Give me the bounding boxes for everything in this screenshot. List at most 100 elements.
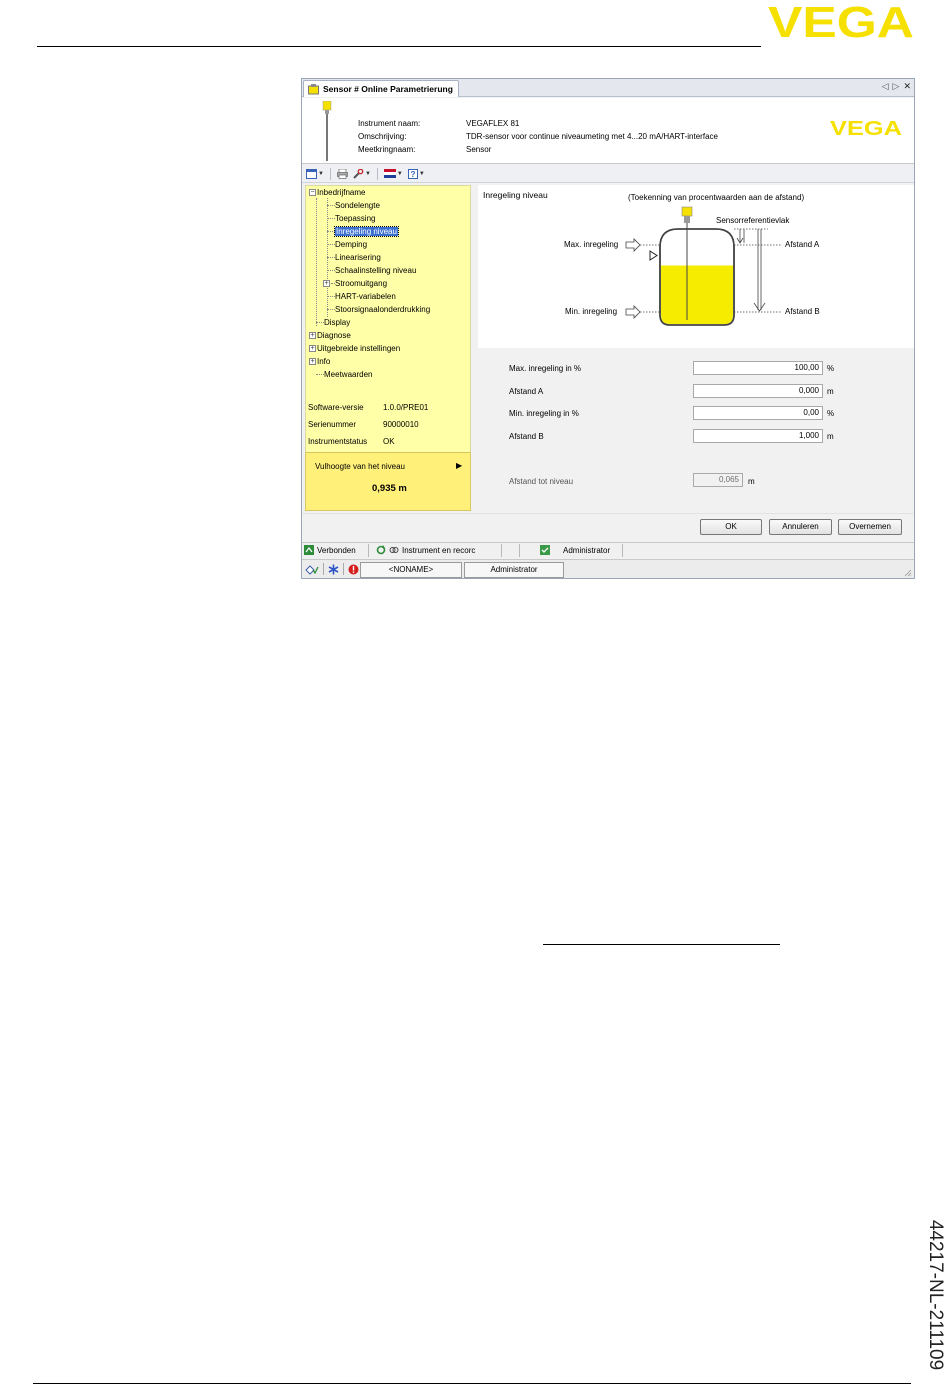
level-box-value: 0,935 m	[372, 483, 407, 494]
status-bar: Verbonden Instrument en recorc Administr…	[302, 542, 914, 558]
min-adjustment-input[interactable]: 0,00	[693, 406, 823, 420]
error-icon[interactable]	[348, 564, 359, 575]
device-values: VEGAFLEX 81 TDR-sensor voor continue niv…	[466, 117, 718, 156]
tree-item-linearisering[interactable]: Linearisering	[327, 253, 381, 263]
tab-controls: ◁ ▷ ✕	[882, 81, 911, 92]
level-adjustment-diagram: Inregeling niveau (Toekenning van procen…	[478, 185, 914, 348]
tree-item-inbedrijfname[interactable]: − Inbedrijfname	[309, 188, 365, 198]
loop-name-label: Meetkringnaam:	[358, 145, 416, 154]
connection-icon[interactable]	[305, 564, 319, 575]
level-value-box[interactable]: Vulhoogte van het niveau ▶ 0,935 m	[305, 452, 471, 511]
software-version-label: Software-versie	[308, 403, 364, 412]
tree-item-inregeling-niveau[interactable]: Inregeling niveau	[327, 226, 399, 237]
tree-item-schaalinstelling[interactable]: Schaalinstelling niveau	[327, 266, 416, 276]
expand-icon[interactable]: +	[323, 280, 330, 288]
expand-icon[interactable]: +	[309, 332, 316, 340]
instrument-record-label: Instrument en recorc	[402, 545, 476, 555]
chevron-down-icon: ▼	[396, 170, 403, 177]
collapse-icon[interactable]: −	[309, 189, 316, 197]
document-number-text: 44217-NL-211109	[925, 1219, 946, 1371]
language-dropdown[interactable]: ▼	[383, 167, 404, 181]
close-icon[interactable]: ✕	[903, 81, 911, 92]
footer-rule	[33, 1383, 911, 1384]
instrument-status-value: OK	[383, 437, 395, 446]
resize-grip-icon[interactable]	[904, 569, 912, 577]
app-window: Sensor # Online Parametrierung ◁ ▷ ✕ Ins…	[301, 78, 915, 579]
tree-item-hart-variabelen[interactable]: HART-variabelen	[327, 292, 396, 302]
max-adjustment-input[interactable]: 100,00	[693, 361, 823, 375]
project-name-field[interactable]: <NONAME>	[360, 562, 462, 578]
tree-item-sondelengte[interactable]: Sondelengte	[327, 201, 380, 211]
distance-b-input[interactable]: 1,000	[693, 429, 823, 443]
tab-prev-icon[interactable]: ◁	[882, 81, 889, 92]
device-labels: Instrument naam: Omschrijving: Meetkring…	[358, 117, 420, 156]
asterisk-icon[interactable]	[328, 564, 339, 575]
distance-to-level-value: 0,065	[693, 473, 743, 487]
arrow-right-icon[interactable]: ▶	[456, 461, 462, 470]
flag-icon	[383, 169, 396, 178]
chevron-down-icon: ▼	[364, 170, 371, 177]
print-icon	[337, 168, 348, 179]
tree-item-uitgebreide-instellingen[interactable]: + Uitgebreide instellingen	[309, 344, 400, 354]
max-adjustment-label: Max. inregeling	[564, 240, 619, 249]
loop-name-value: Sensor	[466, 145, 492, 154]
instrument-name-label: Instrument naam:	[358, 119, 421, 128]
chevron-down-icon: ▼	[418, 170, 425, 177]
serial-number-label: Serienummer	[308, 420, 357, 429]
software-version-value: 1.0.0/PRE01	[383, 403, 429, 412]
sensor-head-icon	[681, 206, 693, 217]
tree-item-demping[interactable]: Demping	[327, 240, 367, 250]
expand-icon[interactable]: +	[309, 345, 316, 353]
tree-item-info[interactable]: + Info	[309, 357, 330, 367]
help-dropdown[interactable]: ? ▼	[407, 167, 426, 181]
chevron-down-icon: ▼	[318, 170, 324, 177]
min-arrow-icon	[625, 305, 641, 319]
distance-to-level-label: Afstand tot niveau	[509, 477, 574, 486]
tree-item-stoorsignaal[interactable]: Stoorsignaalonderdrukking	[327, 305, 430, 315]
sensor-tab-icon	[308, 83, 319, 94]
description-label: Omschrijving:	[358, 132, 407, 141]
distance-a-field-label: Afstand A	[509, 387, 544, 396]
layout-dropdown[interactable]: ▼	[305, 167, 325, 181]
min-adjustment-unit: %	[827, 409, 835, 418]
sensor-mount	[684, 216, 690, 223]
adjustment-panel: Inregeling niveau (Toekenning van procen…	[478, 185, 914, 511]
tab-next-icon[interactable]: ▷	[893, 81, 900, 92]
tree-item-toepassing[interactable]: Toepassing	[327, 214, 375, 224]
tab-sensor-online[interactable]: Sensor # Online Parametrierung	[303, 80, 459, 97]
serial-number-value: 90000010	[383, 420, 419, 429]
user-check-icon	[540, 545, 550, 555]
distance-a-input[interactable]: 0,000	[693, 384, 823, 398]
tab-title: Sensor # Online Parametrierung	[323, 84, 453, 94]
ok-button[interactable]: OK	[700, 519, 762, 535]
tree-item-diagnose[interactable]: + Diagnose	[309, 331, 351, 341]
diagram-title: Inregeling niveau	[483, 190, 548, 200]
cancel-button[interactable]: Annuleren	[769, 519, 832, 535]
vega-logo: VEGA	[768, 2, 914, 42]
user-name-field[interactable]: Administrator	[464, 562, 564, 578]
device-info: Software-versie 1.0.0/PRE01 Serienummer 90…	[308, 399, 428, 450]
tree-item-stroomuitgang[interactable]: + Stroomuitgang	[323, 279, 387, 289]
max-arrow-icon	[625, 238, 641, 252]
header-rule	[37, 46, 761, 47]
distance-to-level-unit: m	[748, 477, 755, 486]
wrench-icon	[353, 168, 364, 179]
compare-icon	[389, 547, 399, 553]
tank-liquid	[661, 265, 733, 324]
tools-dropdown[interactable]: ▼	[352, 167, 372, 181]
diagram-subtitle: (Toekenning van procentwaarden aan de af…	[628, 193, 805, 202]
dialog-button-row: OK Annuleren Overnemen	[302, 513, 914, 541]
user-status-label: Administrator	[563, 545, 611, 555]
user-status: Administrator	[540, 545, 610, 555]
probe-icon	[322, 101, 332, 161]
distance-b-label: Afstand B	[785, 307, 820, 316]
distance-b-field-label: Afstand B	[509, 432, 544, 441]
tree-item-meetwaarden[interactable]: Meetwaarden	[316, 370, 372, 380]
window-layout-icon	[306, 168, 317, 179]
apply-button[interactable]: Overnemen	[838, 519, 902, 535]
sensor-reference-label: Sensorreferentievlak	[716, 216, 790, 225]
print-button[interactable]	[336, 167, 349, 181]
tree-item-display[interactable]: Display	[316, 318, 350, 328]
expand-icon[interactable]: +	[309, 358, 316, 366]
toolbar: ▼ ▼ ▼ ? ▼	[302, 165, 914, 183]
